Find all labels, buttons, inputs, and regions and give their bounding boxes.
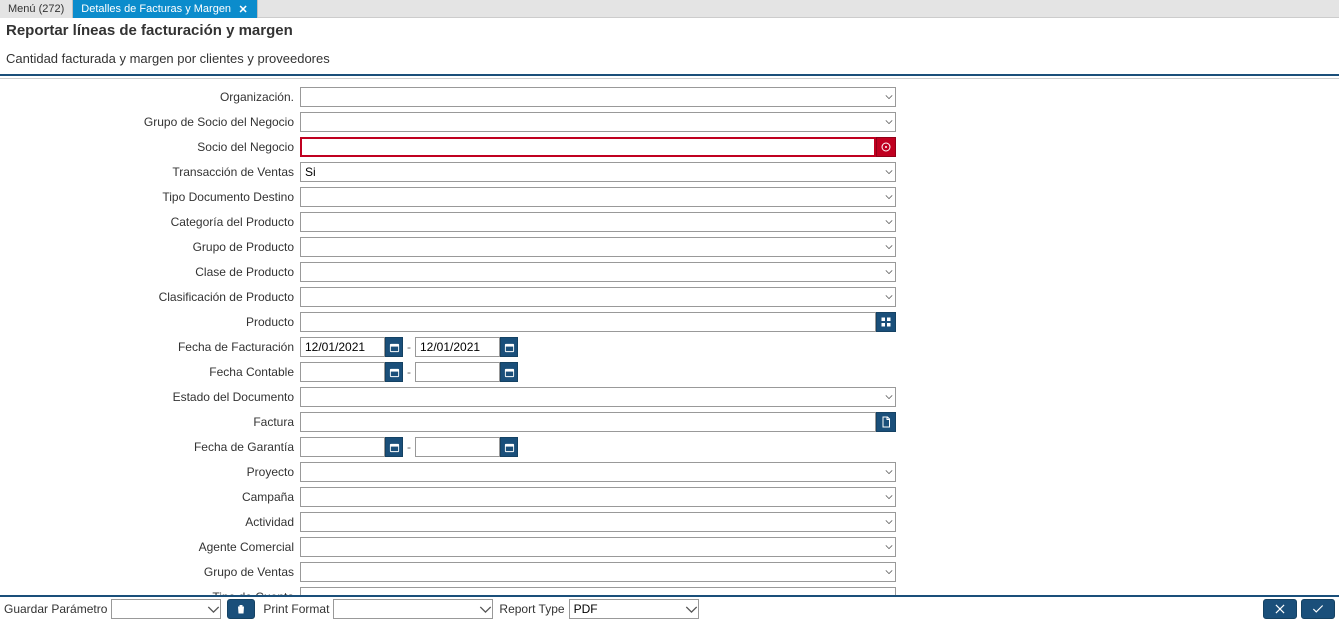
chevron-down-icon[interactable] [882, 387, 896, 407]
grupo-socio-input[interactable] [300, 112, 896, 132]
label-socio: Socio del Negocio [0, 140, 300, 154]
cancel-button[interactable] [1263, 599, 1297, 619]
label-report-type: Report Type [499, 602, 564, 616]
chevron-down-icon[interactable] [882, 112, 896, 132]
chevron-down-icon[interactable] [207, 599, 221, 619]
assist-icon[interactable] [876, 137, 896, 157]
chevron-down-icon[interactable] [882, 487, 896, 507]
range-dash: - [403, 340, 415, 354]
form-scroll-region[interactable]: Organización. Grupo de Socio del Negocio… [0, 78, 1339, 595]
chevron-down-icon[interactable] [882, 287, 896, 307]
chevron-down-icon[interactable] [882, 262, 896, 282]
label-grupo-ventas: Grupo de Ventas [0, 565, 300, 579]
chevron-down-icon[interactable] [479, 599, 493, 619]
report-type-input[interactable] [569, 599, 699, 619]
chevron-down-icon[interactable] [882, 537, 896, 557]
chevron-down-icon[interactable] [882, 87, 896, 107]
tab-detalles-facturas[interactable]: Detalles de Facturas y Margen ✕ [73, 0, 258, 18]
campana-input[interactable] [300, 487, 896, 507]
fecha-fact-from[interactable] [300, 337, 385, 357]
label-cat-prod: Categoría del Producto [0, 215, 300, 229]
label-producto: Producto [0, 315, 300, 329]
label-clase-prod: Clase de Producto [0, 265, 300, 279]
label-clasif-prod: Clasificación de Producto [0, 290, 300, 304]
label-fecha-fact: Fecha de Facturación [0, 340, 300, 354]
calendar-icon[interactable] [500, 362, 518, 382]
label-actividad: Actividad [0, 515, 300, 529]
fecha-gar-from[interactable] [300, 437, 385, 457]
label-proyecto: Proyecto [0, 465, 300, 479]
page-title: Reportar líneas de facturación y margen [0, 18, 1339, 41]
calendar-icon[interactable] [385, 362, 403, 382]
socio-input[interactable] [300, 137, 876, 157]
calendar-icon[interactable] [500, 337, 518, 357]
label-fecha-gar: Fecha de Garantía [0, 440, 300, 454]
tab-bar: Menú (272) Detalles de Facturas y Margen… [0, 0, 1339, 18]
range-dash: - [403, 440, 415, 454]
label-agente: Agente Comercial [0, 540, 300, 554]
chevron-down-icon[interactable] [882, 462, 896, 482]
fecha-gar-to[interactable] [415, 437, 500, 457]
transaccion-input[interactable] [300, 162, 896, 182]
calendar-icon[interactable] [385, 437, 403, 457]
cat-prod-input[interactable] [300, 212, 896, 232]
chevron-down-icon[interactable] [685, 599, 699, 619]
close-tab-icon[interactable]: ✕ [237, 3, 249, 15]
tab-menu[interactable]: Menú (272) [0, 0, 73, 18]
tipo-doc-input[interactable] [300, 187, 896, 207]
chevron-down-icon[interactable] [882, 187, 896, 207]
fecha-fact-to[interactable] [415, 337, 500, 357]
label-fecha-cont: Fecha Contable [0, 365, 300, 379]
clase-prod-input[interactable] [300, 262, 896, 282]
chevron-down-icon[interactable] [882, 587, 896, 595]
label-factura: Factura [0, 415, 300, 429]
actividad-input[interactable] [300, 512, 896, 532]
confirm-button[interactable] [1301, 599, 1335, 619]
label-estado-doc: Estado del Documento [0, 390, 300, 404]
label-print-format: Print Format [263, 602, 329, 616]
grupo-ventas-input[interactable] [300, 562, 896, 582]
fecha-cont-to[interactable] [415, 362, 500, 382]
footer-bar: Guardar Parámetro Print Format Report Ty… [0, 595, 1339, 621]
label-grupo-socio: Grupo de Socio del Negocio [0, 115, 300, 129]
grupo-prod-input[interactable] [300, 237, 896, 257]
tipo-cuenta-input[interactable] [300, 587, 896, 595]
label-tipo-doc: Tipo Documento Destino [0, 190, 300, 204]
agente-input[interactable] [300, 537, 896, 557]
chevron-down-icon[interactable] [882, 512, 896, 532]
producto-input[interactable] [300, 312, 876, 332]
print-format-input[interactable] [333, 599, 493, 619]
factura-input[interactable] [300, 412, 876, 432]
range-dash: - [403, 365, 415, 379]
clasif-prod-input[interactable] [300, 287, 896, 307]
grid-icon[interactable] [876, 312, 896, 332]
calendar-icon[interactable] [385, 337, 403, 357]
estado-doc-input[interactable] [300, 387, 896, 407]
document-icon[interactable] [876, 412, 896, 432]
chevron-down-icon[interactable] [882, 162, 896, 182]
trash-icon[interactable] [227, 599, 255, 619]
calendar-icon[interactable] [500, 437, 518, 457]
label-campana: Campaña [0, 490, 300, 504]
proyecto-input[interactable] [300, 462, 896, 482]
guardar-parametro-input[interactable] [111, 599, 221, 619]
label-grupo-prod: Grupo de Producto [0, 240, 300, 254]
label-organizacion: Organización. [0, 90, 300, 104]
fecha-cont-from[interactable] [300, 362, 385, 382]
chevron-down-icon[interactable] [882, 212, 896, 232]
chevron-down-icon[interactable] [882, 237, 896, 257]
chevron-down-icon[interactable] [882, 562, 896, 582]
label-transaccion: Transacción de Ventas [0, 165, 300, 179]
page-subtitle: Cantidad facturada y margen por clientes… [0, 41, 1339, 74]
organizacion-input[interactable] [300, 87, 896, 107]
label-guardar-parametro: Guardar Parámetro [4, 602, 107, 616]
divider [0, 74, 1339, 76]
